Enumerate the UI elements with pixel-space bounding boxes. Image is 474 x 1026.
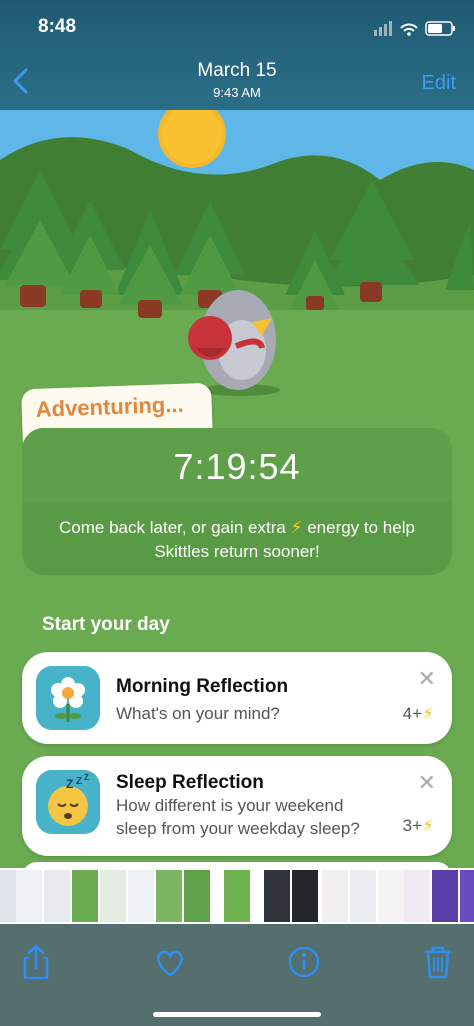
- flower-icon: [36, 666, 100, 730]
- filmstrip-thumbnail[interactable]: [156, 870, 182, 922]
- photo-filmstrip[interactable]: [0, 868, 474, 924]
- filmstrip-thumbnail[interactable]: [292, 870, 318, 922]
- close-icon[interactable]: ✕: [418, 666, 436, 692]
- filmstrip-thumbnail[interactable]: [184, 870, 210, 922]
- top-bar: 8:48 March 15 9:43 AM Edit: [0, 0, 474, 110]
- sleep-reflection-card[interactable]: Z Z Z Sleep Reflection How different is …: [22, 756, 452, 856]
- info-icon[interactable]: [284, 942, 324, 982]
- adventure-timer: 7:19:54: [173, 446, 301, 487]
- status-icons: [374, 21, 455, 36]
- filmstrip-thumbnail[interactable]: [264, 870, 290, 922]
- share-icon[interactable]: [16, 942, 56, 982]
- energy-reward: 4+⚡: [402, 704, 434, 723]
- filmstrip-thumbnail[interactable]: [224, 870, 250, 922]
- card-subtitle: How different is your weekend sleep from…: [116, 796, 360, 838]
- adventure-scene-illustration: [0, 110, 474, 410]
- nav-date: March 15: [197, 60, 277, 81]
- filmstrip-thumbnail[interactable]: [432, 870, 458, 922]
- morning-reflection-card[interactable]: Morning Reflection What's on your mind? …: [22, 652, 452, 744]
- trash-icon[interactable]: [418, 942, 458, 982]
- heart-icon[interactable]: [150, 942, 190, 982]
- filmstrip-thumbnail[interactable]: [460, 870, 474, 922]
- bottom-toolbar: [0, 924, 474, 1026]
- close-icon[interactable]: ✕: [418, 770, 436, 796]
- filmstrip-thumbnail[interactable]: [16, 870, 42, 922]
- sleeping-face-icon: Z Z Z: [36, 770, 100, 834]
- adventure-timer-card: 7:19:54 Come back later, or gain extra ⚡…: [22, 428, 452, 575]
- energy-reward: 3+⚡: [402, 816, 434, 835]
- filmstrip-thumbnail[interactable]: [100, 870, 126, 922]
- svg-text:Z: Z: [84, 773, 89, 782]
- filmstrip-thumbnail[interactable]: [128, 870, 154, 922]
- section-title: Start your day: [42, 614, 170, 635]
- home-indicator: [153, 1012, 321, 1017]
- svg-text:Z: Z: [66, 777, 73, 791]
- filmstrip-thumbnail[interactable]: [44, 870, 70, 922]
- filmstrip-thumbnail[interactable]: [322, 870, 348, 922]
- svg-text:Z: Z: [76, 776, 82, 787]
- card-title: Sleep Reflection: [116, 772, 264, 793]
- filmstrip-thumbnail[interactable]: [404, 870, 430, 922]
- adventure-message: Come back later, or gain extra ⚡ energy …: [59, 518, 415, 561]
- adventuring-label: Adventuring...: [35, 391, 184, 422]
- filmstrip-thumbnail[interactable]: [350, 870, 376, 922]
- card-subtitle: What's on your mind?: [116, 704, 280, 723]
- edit-button[interactable]: Edit: [422, 72, 456, 95]
- filmstrip-thumbnail[interactable]: [378, 870, 404, 922]
- nav-time: 9:43 AM: [213, 85, 261, 100]
- filmstrip-thumbnail[interactable]: [72, 870, 98, 922]
- energy-bolt-icon: ⚡: [290, 518, 303, 537]
- card-title: Morning Reflection: [116, 676, 289, 697]
- status-time: 8:48: [38, 16, 77, 37]
